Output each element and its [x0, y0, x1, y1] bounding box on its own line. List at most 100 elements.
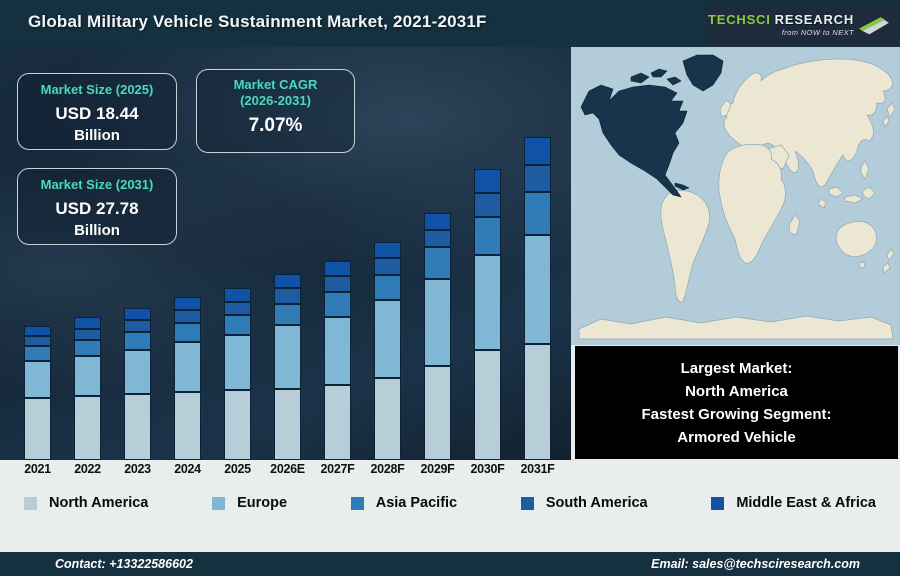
bar-2030F — [474, 169, 501, 460]
bar-segment-middle-east-africa — [124, 308, 151, 320]
bar-segment-asia-pacific — [524, 192, 551, 235]
bar-segment-north-america — [124, 394, 151, 460]
legend-item-asia-pacific: Asia Pacific — [350, 495, 458, 511]
bar-2025 — [224, 288, 251, 460]
bar-segment-europe — [124, 350, 151, 394]
stat-card-market-size-2031: Market Size (2031) USD 27.78 Billion — [17, 168, 177, 245]
bar-segment-asia-pacific — [24, 346, 51, 361]
footer-email: Email: sales@techsciresearch.com — [651, 557, 860, 571]
legend-label-middle-east-africa: Middle East & Africa — [736, 495, 876, 511]
bar-2031F — [524, 137, 551, 460]
x-label-2030F: 2030F — [470, 462, 505, 476]
logo-brand-secondary: Research — [774, 11, 855, 27]
bar-segment-europe — [274, 325, 301, 389]
bar-segment-europe — [424, 279, 451, 366]
header-bar: Global Military Vehicle Sustainment Mark… — [0, 0, 900, 47]
legend-item-middle-east-africa: Middle East & Africa — [711, 495, 876, 511]
highlight-line-2: North America — [685, 382, 788, 400]
x-axis-labels: 2021 2022 2023 2024 2025 2026E 2027F 2028F 2029F… — [0, 462, 571, 476]
bar-segment-europe — [324, 317, 351, 385]
logo-tagline: from NOW to NEXT — [781, 27, 855, 37]
x-label-2029F: 2029F — [420, 462, 455, 476]
footer-bar: Contact: +13322586602 Email: sales@techs… — [0, 552, 900, 576]
bar-segment-south-america — [324, 276, 351, 292]
bar-segment-north-america — [174, 392, 201, 460]
bar-segment-europe — [224, 335, 251, 390]
legend-swatch-europe — [212, 496, 226, 510]
legend-swatch-south-america — [520, 496, 534, 510]
bar-segment-south-america — [24, 336, 51, 346]
bar-segment-south-america — [74, 329, 101, 340]
bar-segment-asia-pacific — [174, 323, 201, 342]
legend-label-asia-pacific: Asia Pacific — [375, 495, 458, 511]
x-label-2026E: 2026E — [270, 462, 305, 476]
stat-unit: Billion — [74, 222, 120, 239]
stat-card-market-size-2025: Market Size (2025) USD 18.44 Billion — [17, 73, 177, 150]
bar-segment-europe — [524, 235, 551, 344]
bar-segment-middle-east-africa — [74, 317, 101, 329]
bar-segment-north-america — [524, 344, 551, 460]
bar-segment-middle-east-africa — [224, 288, 251, 302]
bar-segment-north-america — [224, 390, 251, 460]
bar-segment-middle-east-africa — [424, 213, 451, 230]
bar-segment-asia-pacific — [74, 340, 101, 356]
stat-unit: Billion — [74, 127, 120, 144]
x-label-2025: 2025 — [224, 462, 251, 476]
bar-segment-north-america — [274, 389, 301, 460]
infographic-page: Global Military Vehicle Sustainment Mark… — [0, 0, 900, 576]
bar-segment-middle-east-africa — [274, 274, 301, 288]
bar-2024 — [174, 297, 201, 460]
stat-title-years: (2026-2031) — [240, 93, 311, 108]
logo-arrow-icon — [859, 17, 889, 35]
bar-segment-middle-east-africa — [24, 326, 51, 336]
bar-segment-middle-east-africa — [524, 137, 551, 165]
logo-brand-primary: TechSci — [708, 11, 771, 27]
bar-segment-south-america — [374, 258, 401, 275]
stat-value: USD 27.78 — [55, 199, 139, 218]
bar-segment-north-america — [74, 396, 101, 460]
legend-label-south-america: South America — [545, 495, 648, 511]
legend-swatch-north-america — [24, 496, 37, 510]
bar-segment-north-america — [374, 378, 401, 460]
legend-swatch-asia-pacific — [350, 496, 364, 510]
x-label-2031F: 2031F — [520, 462, 555, 476]
bar-segment-asia-pacific — [274, 304, 301, 325]
bar-2026E — [274, 274, 301, 460]
legend: North America Europe Asia Pacific South Ame… — [0, 495, 900, 511]
bar-segment-middle-east-africa — [374, 242, 401, 258]
bar-segment-europe — [474, 255, 501, 350]
stat-value: 7.07% — [248, 115, 303, 136]
bar-segment-europe — [74, 356, 101, 396]
x-label-2024: 2024 — [174, 462, 201, 476]
legend-item-europe: Europe — [212, 495, 287, 511]
bar-segment-asia-pacific — [424, 247, 451, 279]
x-label-2028F: 2028F — [370, 462, 405, 476]
x-label-2022: 2022 — [74, 462, 101, 476]
x-label-2023: 2023 — [124, 462, 151, 476]
bar-2023 — [124, 308, 151, 460]
bar-2022 — [74, 317, 101, 460]
bar-segment-north-america — [474, 350, 501, 460]
legend-item-north-america: North America — [24, 495, 148, 511]
x-label-2021: 2021 — [24, 462, 51, 476]
logo-brand: TechSci Research — [708, 12, 854, 27]
bar-2029F — [424, 213, 451, 460]
highlight-line-4: Armored Vehicle — [677, 428, 796, 446]
legend-label-north-america: North America — [49, 495, 149, 511]
stat-title: Market CAGR — [233, 77, 318, 92]
bar-segment-europe — [174, 342, 201, 392]
legend-label-europe: Europe — [237, 495, 288, 511]
legend-swatch-middle-east-africa — [711, 496, 725, 510]
bar-segment-asia-pacific — [224, 315, 251, 335]
legend-item-south-america: South America — [520, 495, 648, 511]
bar-segment-north-america — [324, 385, 351, 460]
bar-segment-south-america — [424, 230, 451, 247]
bar-segment-south-america — [524, 165, 551, 192]
logo-text: TechSci Research from NOW to NEXT — [708, 12, 854, 37]
stat-title: Market Size (2031) — [40, 177, 154, 192]
footer-contact: Contact: +13322586602 — [55, 557, 193, 571]
bar-segment-europe — [24, 361, 51, 398]
bar-segment-middle-east-africa — [474, 169, 501, 193]
stat-card-market-cagr: Market CAGR (2026-2031) 7.07% — [196, 69, 355, 153]
stat-value: USD 18.44 — [55, 104, 139, 123]
